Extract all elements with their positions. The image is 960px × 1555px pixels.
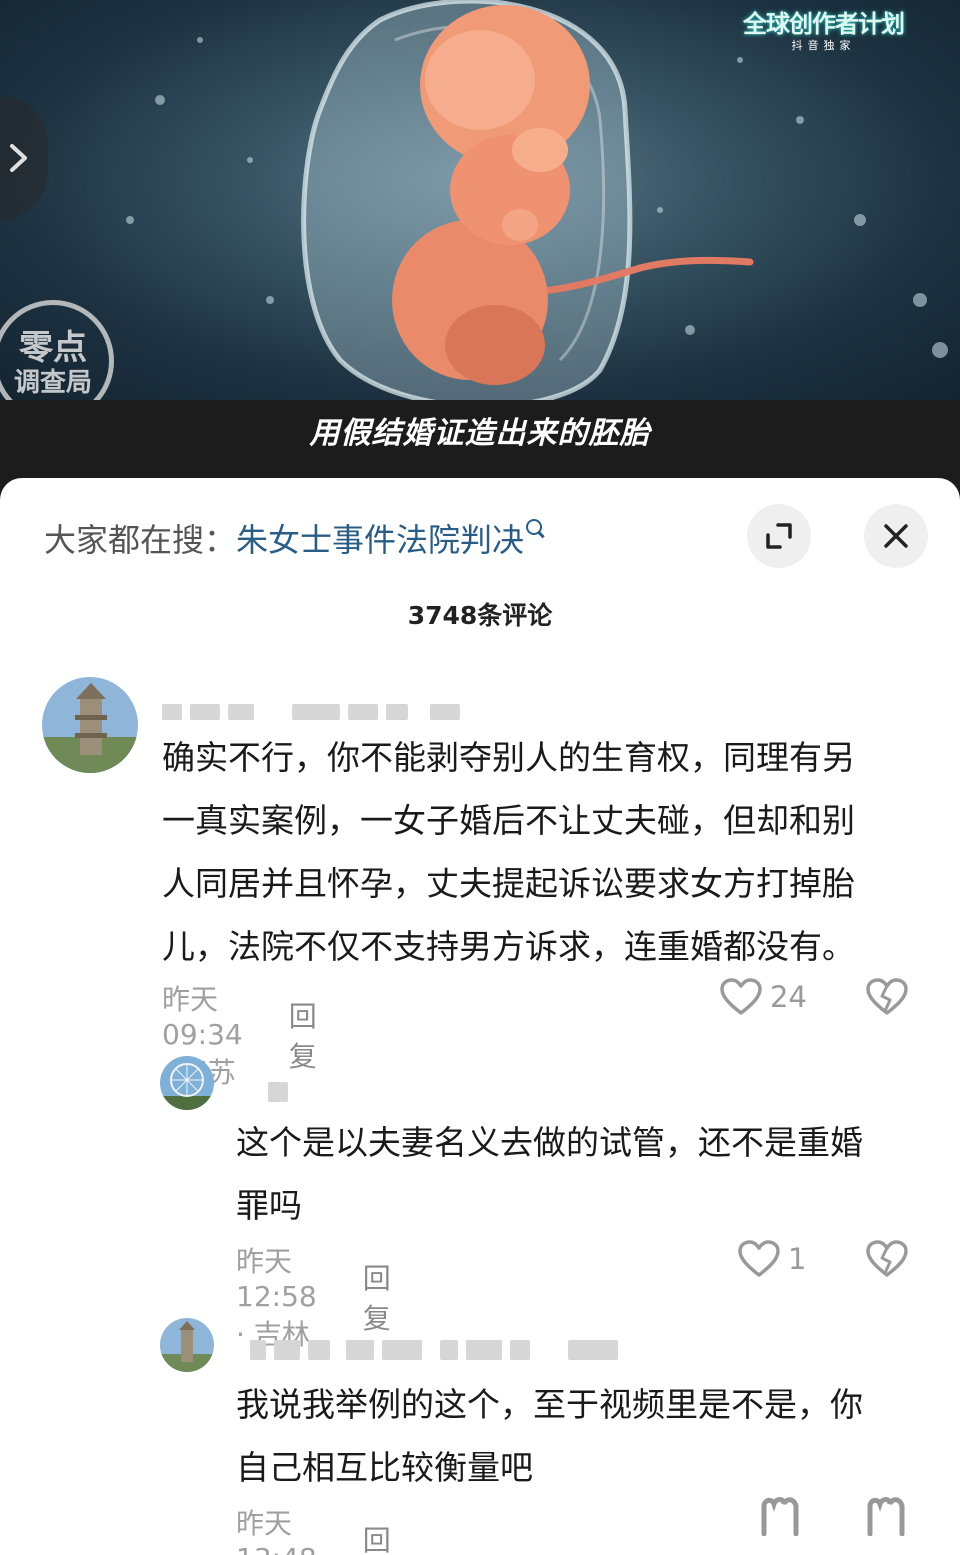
dislike-button[interactable] [866, 978, 908, 1020]
creator-program-badge: 全球创作者计划 抖音独家 [743, 4, 926, 53]
comment-time-location: 昨天13:48 · 江苏 [236, 1507, 317, 1555]
comment-line: 人同居并且怀孕，丈夫提起诉讼要求女方打掉胎 [162, 864, 855, 903]
comment-line: 罪吗 [236, 1186, 302, 1225]
like-count: 1 [788, 1242, 807, 1276]
comment-line: 自己相互比较衡量吧 [236, 1448, 533, 1487]
like-button[interactable]: 24 [720, 978, 807, 1016]
broken-heart-icon [866, 978, 908, 1015]
comment-text: 确实不行，你不能剥夺别人的生育权，同理有另 一真实案例，一女子婚后不让丈夫碰，但… [162, 726, 922, 978]
close-button[interactable] [864, 504, 928, 568]
comment-line: 儿，法院不仅不支持男方诉求，连重婚都没有。 [162, 927, 855, 966]
close-icon [884, 524, 908, 548]
heart-icon [761, 1497, 799, 1536]
watermark-line1: 零点 [19, 329, 87, 367]
comment-time-location: 昨天12:58 · 吉林 [236, 1245, 317, 1351]
comment-text: 我说我举例的这个，至于视频里是不是，你 自己相互比较衡量吧 [236, 1373, 926, 1499]
reply-button[interactable]: 回复 [363, 1257, 391, 1337]
search-icon [526, 519, 543, 535]
username-redacted[interactable] [250, 1340, 618, 1360]
avatar[interactable] [160, 1056, 214, 1110]
video-player[interactable]: 全球创作者计划 抖音独家 零点 调查局 [0, 0, 960, 400]
comment-line: 我说我举例的这个，至于视频里是不是，你 [236, 1385, 863, 1424]
comment-text: 这个是以夫妻名义去做的试管，还不是重婚 罪吗 [236, 1111, 926, 1237]
comment-meta: 昨天12:58 · 吉林 回复 [236, 1240, 391, 1353]
watermark-line2: 调查局 [13, 367, 92, 397]
reply-button[interactable]: 回复 [363, 1519, 391, 1555]
trending-search-label: 大家都在搜： [44, 521, 237, 559]
video-caption: 用假结婚证造出来的胚胎 [309, 416, 651, 451]
trending-search-term[interactable]: 朱女士事件法院判决 [236, 521, 524, 559]
avatar[interactable] [42, 677, 138, 773]
expand-button[interactable] [747, 504, 811, 568]
comment-panel: 大家都在搜：朱女士事件法院判决 3748条评论 确实不行，你不能剥夺别人的生育权… [0, 478, 960, 1555]
broken-heart-icon [866, 1240, 908, 1277]
heart-icon [738, 1240, 780, 1277]
avatar[interactable] [160, 1318, 214, 1372]
reply-button[interactable]: 回复 [289, 995, 317, 1075]
comment-count: 3748条评论 [407, 601, 553, 630]
comment-meta: 昨天13:48 · 江苏 回复 [236, 1502, 391, 1555]
expand-icon [766, 523, 792, 549]
dislike-button[interactable] [866, 1496, 910, 1540]
badge-title: 全球创作者计划 [743, 11, 905, 38]
comment-line: 这个是以夫妻名义去做的试管，还不是重婚 [236, 1123, 863, 1162]
video-frame-image [126, 0, 948, 400]
username-redacted[interactable] [268, 1082, 288, 1102]
avatar-image [160, 1056, 214, 1110]
comment-line: 一真实案例，一女子婚后不让丈夫碰，但却和别 [162, 801, 855, 840]
like-button[interactable]: 1 [738, 1240, 806, 1278]
heart-icon [720, 978, 762, 1015]
avatar-image [42, 677, 138, 773]
dislike-button[interactable] [866, 1240, 908, 1282]
chevron-right-icon [10, 144, 27, 172]
broken-heart-icon [867, 1497, 905, 1537]
like-button[interactable] [760, 1496, 804, 1536]
badge-subtitle: 抖音独家 [791, 39, 856, 52]
username-redacted[interactable] [162, 704, 460, 720]
avatar-image [160, 1318, 214, 1372]
like-count: 24 [770, 980, 807, 1014]
trending-search[interactable]: 大家都在搜：朱女士事件法院判决 [44, 518, 543, 562]
comment-line: 确实不行，你不能剥夺别人的生育权，同理有另 [162, 738, 855, 777]
